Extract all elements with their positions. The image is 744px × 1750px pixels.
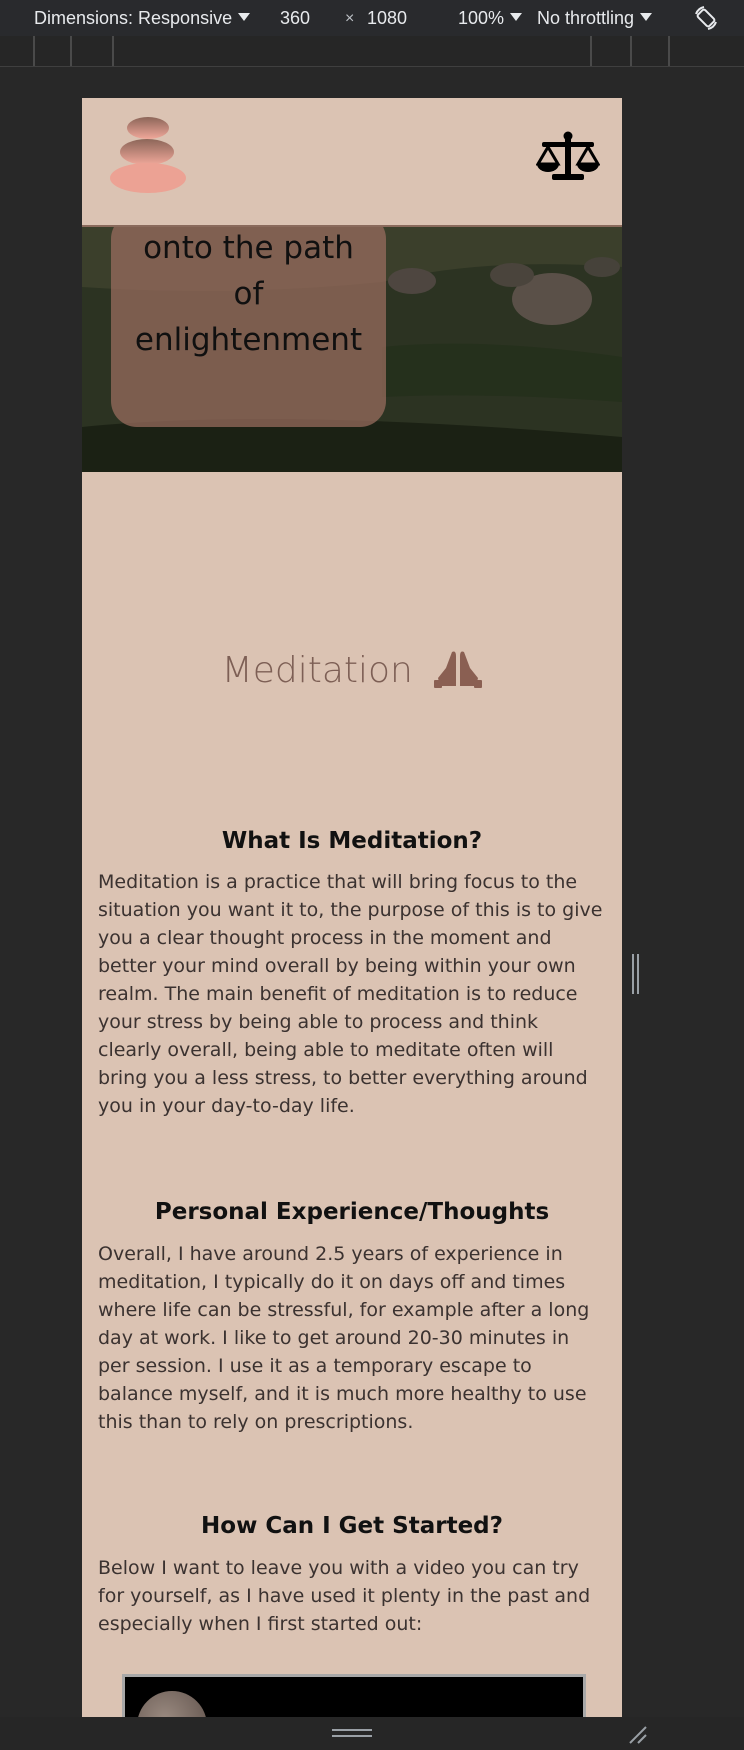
media-query-bar: [0, 36, 744, 67]
praying-hands-icon: [434, 651, 483, 688]
page-title: Meditation: [82, 648, 622, 691]
width-resize-handle[interactable]: [632, 954, 640, 994]
ruler-marker[interactable]: [630, 36, 632, 66]
balance-scale-icon[interactable]: [536, 130, 600, 182]
section-paragraph: Meditation is a practice that will bring…: [98, 871, 603, 1117]
page-title-text: Meditation: [221, 650, 413, 691]
height-input[interactable]: 1080: [367, 8, 407, 29]
ruler-marker[interactable]: [70, 36, 72, 66]
device-toolbar: Dimensions: Responsive 360 × 1080 100% N…: [0, 0, 744, 37]
chevron-down-icon: [640, 13, 653, 21]
width-input[interactable]: 360: [280, 8, 310, 29]
device-canvas: onto the path of enlightenment Meditatio…: [0, 67, 744, 1717]
section-paragraph: Overall, I have around 2.5 years of expe…: [98, 1243, 590, 1433]
hero-line: onto the path: [143, 230, 354, 266]
ruler-marker[interactable]: [112, 36, 114, 66]
hero-text-card: onto the path of enlightenment: [111, 227, 386, 427]
chevron-down-icon: [238, 13, 251, 21]
height-resize-handle[interactable]: [332, 1729, 372, 1739]
hero-line: of: [233, 276, 264, 312]
section-heading: How Can I Get Started?: [201, 1513, 503, 1539]
dimensions-label: Dimensions: Responsive: [34, 8, 233, 28]
ruler-marker[interactable]: [668, 36, 670, 66]
times-separator: ×: [345, 10, 355, 27]
site-header: [82, 98, 622, 227]
stacked-stones-icon[interactable]: [108, 116, 188, 194]
zoom-label: 100%: [458, 8, 505, 28]
video-embed[interactable]: [122, 1674, 586, 1717]
rotate-icon[interactable]: [692, 4, 720, 32]
chevron-down-icon: [510, 13, 523, 21]
device-viewport: onto the path of enlightenment Meditatio…: [82, 98, 622, 1717]
dimensions-dropdown[interactable]: Dimensions: Responsive: [34, 8, 251, 29]
channel-avatar[interactable]: [137, 1691, 207, 1717]
throttling-label: No throttling: [537, 8, 635, 28]
zoom-dropdown[interactable]: 100%: [458, 8, 523, 29]
hero-line: enlightenment: [134, 322, 363, 358]
bottom-resize-bar: [0, 1717, 744, 1750]
section-heading: Personal Experience/Thoughts: [154, 1199, 550, 1225]
ruler-marker[interactable]: [590, 36, 592, 66]
ruler-marker[interactable]: [33, 36, 35, 66]
throttling-dropdown[interactable]: No throttling: [537, 8, 653, 29]
section-heading: What Is Meditation?: [221, 828, 483, 854]
section-paragraph: Below I want to leave you with a video y…: [98, 1557, 591, 1635]
corner-resize-icon[interactable]: [626, 1723, 648, 1745]
hero-banner: onto the path of enlightenment: [82, 227, 622, 472]
